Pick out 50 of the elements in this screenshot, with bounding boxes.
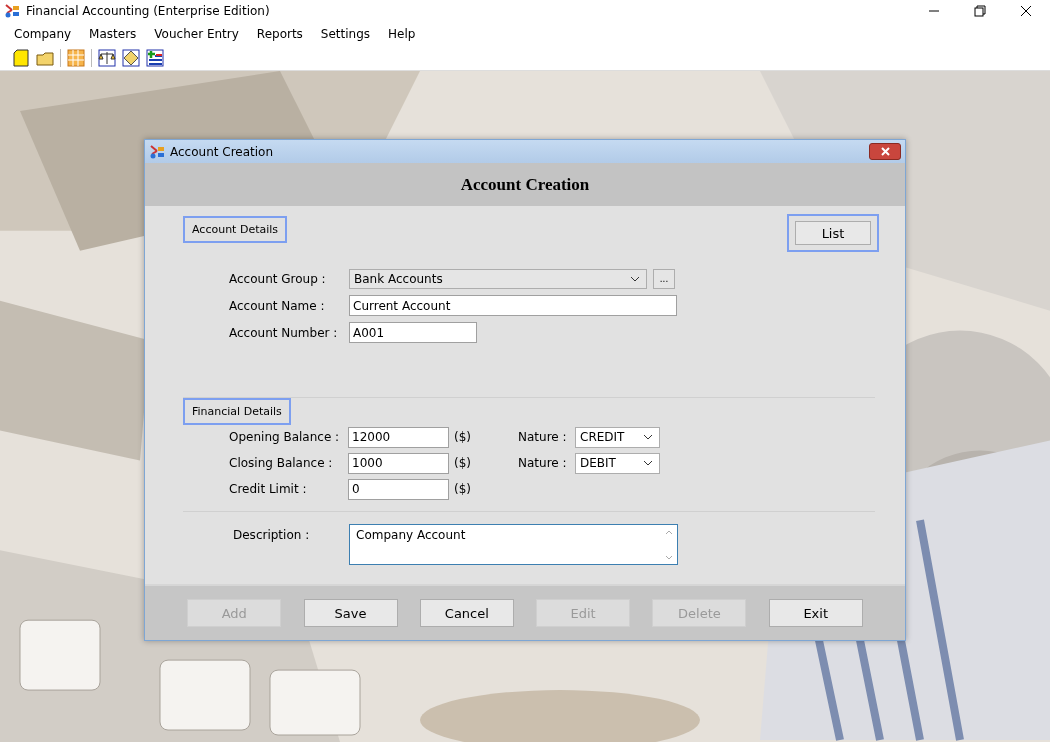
restore-icon[interactable] (974, 5, 986, 17)
unit-label: ($) (454, 430, 472, 445)
field-label: Account Group : (229, 271, 327, 286)
field-label: Account Number : (229, 325, 339, 340)
dialog-title: Account Creation (170, 144, 274, 159)
input-field[interactable]: 12000 (348, 426, 449, 448)
menu-item[interactable]: Masters (89, 27, 137, 41)
folder-icon[interactable] (36, 49, 54, 67)
tag-icon[interactable] (122, 49, 140, 67)
field-label: Account Name : (229, 298, 326, 313)
input-field[interactable]: 1000 (348, 452, 449, 474)
account-group-dropdown[interactable]: Bank Accounts (349, 268, 647, 289)
nature-dropdown[interactable]: CREDIT (575, 426, 660, 448)
dialog-heading: Account Creation (460, 174, 590, 195)
description-field[interactable]: Company Account (349, 524, 678, 566)
close-icon[interactable] (1020, 5, 1032, 17)
nature-dropdown[interactable]: DEBIT (575, 452, 660, 474)
chevron-down-icon[interactable] (630, 275, 640, 282)
menu-item[interactable]: Settings (320, 27, 371, 41)
menu-item[interactable]: Help (388, 27, 416, 41)
section-label: Account Details (183, 216, 288, 244)
chevron-down-icon[interactable] (643, 434, 653, 441)
app-icon (4, 3, 20, 19)
menu-item[interactable]: Reports (256, 27, 303, 41)
close-button[interactable] (869, 143, 901, 161)
field-label: Credit Limit : (229, 482, 308, 497)
field-label: Nature : (518, 430, 568, 445)
unit-label: ($) (454, 482, 472, 497)
field-label: Closing Balance : (229, 456, 334, 471)
chevron-down-icon[interactable] (643, 460, 653, 467)
field-label: Nature : (518, 456, 568, 471)
add-list-icon[interactable] (146, 49, 164, 67)
window-title: Financial Accounting (Enterprise Edition) (26, 4, 270, 18)
app-icon (149, 143, 165, 160)
scales-icon[interactable] (98, 49, 116, 67)
list-button[interactable]: List (795, 221, 871, 246)
section-label: Financial Details (183, 398, 291, 426)
action-button[interactable]: Cancel (419, 599, 514, 628)
action-button[interactable]: Save (303, 599, 398, 628)
input-field[interactable]: Current Account (349, 295, 677, 317)
field-label: Description : (233, 527, 311, 543)
field-label: Opening Balance : (229, 430, 341, 445)
menu-item[interactable]: Voucher Entry (154, 27, 239, 41)
new-file-icon[interactable] (12, 49, 30, 67)
input-field[interactable]: A001 (349, 322, 477, 344)
browse-button[interactable]: ... (653, 268, 675, 289)
menu-item[interactable]: Company (14, 27, 72, 41)
action-button[interactable]: Exit (768, 599, 863, 628)
unit-label: ($) (454, 456, 472, 471)
input-field[interactable]: 0 (348, 478, 449, 500)
